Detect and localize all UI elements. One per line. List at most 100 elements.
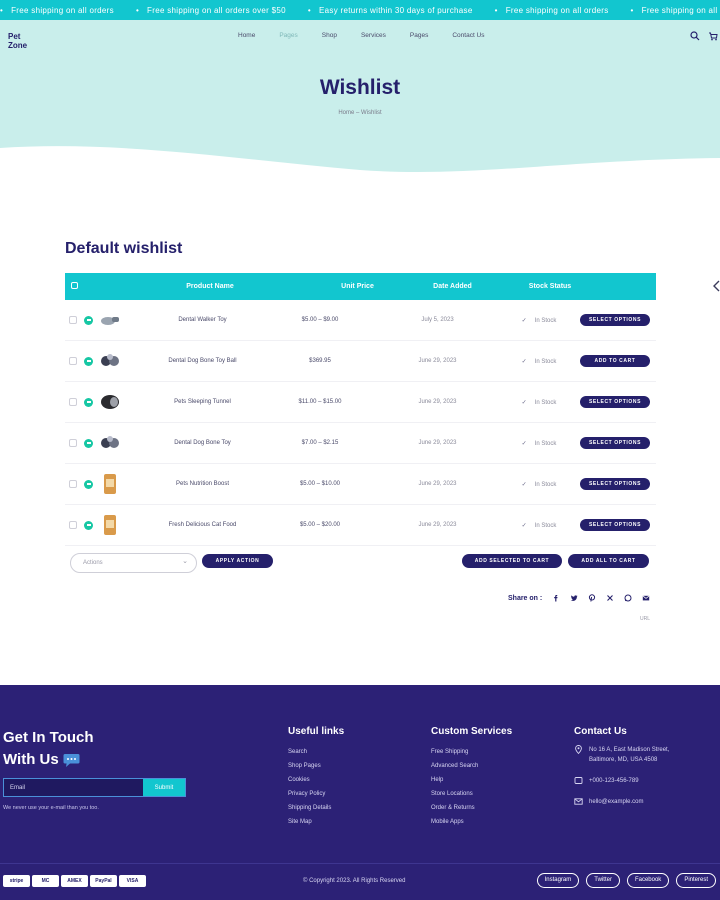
product-thumbnail[interactable] [100, 309, 120, 331]
row-controls [65, 391, 140, 413]
useful-links-list: Search Shop Pages Cookies Privacy Policy Shi… [288, 745, 344, 829]
remove-item-icon[interactable] [84, 397, 93, 407]
pinterest-icon[interactable] [588, 594, 596, 602]
chat-bubble-icon [63, 753, 80, 767]
useful-link[interactable]: Shop Pages [288, 759, 344, 773]
row-action-button[interactable]: Select options [580, 396, 650, 408]
location-pin-icon [575, 745, 582, 754]
payment-badge: PayPal [90, 875, 117, 887]
row-action-cell: Select options [578, 314, 656, 326]
apply-action-button[interactable]: Apply Action [202, 554, 273, 568]
service-link[interactable]: Free Shipping [431, 745, 512, 759]
breadcrumb[interactable]: Home – Wishlist [0, 110, 720, 116]
envelope-icon [574, 798, 583, 805]
cart-icon[interactable] [708, 31, 718, 41]
newsletter-email-input[interactable]: Email [4, 779, 143, 796]
row-checkbox[interactable] [69, 439, 77, 447]
unit-price: $5.00 – $20.00 [299, 522, 341, 528]
social-link-facebook[interactable]: Facebook [626, 873, 670, 888]
nav-item-home[interactable]: Home [238, 32, 255, 39]
remove-item-icon[interactable] [84, 356, 93, 366]
newsletter-note: We never use your e-mail than you too. [3, 805, 99, 811]
useful-link[interactable]: Site Map [288, 815, 344, 829]
remove-item-icon[interactable] [84, 438, 93, 448]
useful-link[interactable]: Search [288, 745, 344, 759]
contact-email[interactable]: hello@example.com [574, 797, 669, 807]
stock-status: In Stock [500, 399, 578, 406]
stock-status: In Stock [500, 522, 578, 529]
email-icon[interactable] [642, 594, 650, 602]
email-address: hello@example.com [589, 799, 644, 805]
social-link-twitter[interactable]: Twitter [586, 873, 620, 888]
bulk-action-select[interactable]: Actions [70, 553, 197, 573]
row-controls [65, 473, 140, 495]
select-all-checkbox[interactable] [71, 282, 78, 289]
row-checkbox[interactable] [69, 398, 77, 406]
share-url-label[interactable]: URL [640, 616, 650, 622]
newsletter-submit-button[interactable]: Submit [143, 779, 185, 796]
payment-badge: MC [32, 875, 59, 887]
product-thumbnail[interactable] [100, 350, 120, 372]
chevron-left-icon[interactable] [712, 280, 720, 292]
product-name-link[interactable]: Pets Sleeping Tunnel [140, 396, 265, 408]
useful-link[interactable]: Privacy Policy [288, 787, 344, 801]
remove-item-icon[interactable] [84, 315, 93, 325]
facebook-icon[interactable] [552, 594, 560, 602]
useful-link[interactable]: Shipping Details [288, 801, 344, 815]
nav-item-pages[interactable]: Pages [410, 32, 428, 39]
product-name-link[interactable]: Dental Dog Bone Toy [140, 437, 265, 449]
nav-item-services[interactable]: Services [361, 32, 386, 39]
search-icon[interactable] [690, 31, 700, 41]
row-checkbox[interactable] [69, 480, 77, 488]
row-action-button[interactable]: Select options [580, 314, 650, 326]
row-checkbox[interactable] [69, 316, 77, 324]
row-action-button[interactable]: Select options [580, 478, 650, 490]
row-checkbox[interactable] [69, 357, 77, 365]
product-name-link[interactable]: Fresh Delicious Cat Food [140, 519, 265, 531]
stock-status: In Stock [500, 358, 578, 365]
nav-item-shop[interactable]: Shop [322, 32, 337, 39]
social-link-pinterest[interactable]: Pinterest [676, 873, 716, 888]
row-checkbox[interactable] [69, 521, 77, 529]
useful-links-title: Useful links [288, 726, 345, 737]
site-logo[interactable]: Pet Zone [8, 32, 27, 50]
add-all-to-cart-button[interactable]: Add all to cart [568, 554, 649, 568]
payment-badge: VISA [119, 875, 146, 887]
product-thumbnail[interactable] [100, 514, 120, 536]
product-name-link[interactable]: Dental Walker Toy [140, 314, 265, 326]
announcement-item: Free shipping on all orders [631, 6, 720, 15]
nav-item-pages[interactable]: Pages [279, 32, 297, 39]
product-thumbnail[interactable] [100, 432, 120, 454]
date-added: June 29, 2023 [418, 358, 457, 364]
remove-item-icon[interactable] [84, 479, 93, 489]
row-action-button[interactable]: Select options [580, 519, 650, 531]
twitter-icon[interactable] [570, 594, 578, 602]
announcement-item: Free shipping on all orders [0, 6, 114, 15]
useful-link[interactable]: Cookies [288, 773, 344, 787]
column-product-name: Product Name [186, 283, 234, 290]
table-body: Dental Walker Toy $5.00 – $9.00 July 5, 20… [65, 300, 656, 546]
nav-item-contact-us[interactable]: Contact Us [452, 32, 484, 39]
row-action-cell: Select options [578, 437, 656, 449]
product-thumbnail[interactable] [100, 473, 120, 495]
contact-phone[interactable]: +000-123-456-789 [574, 776, 669, 786]
logo-line-2: Zone [8, 41, 28, 50]
row-controls [65, 432, 140, 454]
service-link[interactable]: Store Locations [431, 787, 512, 801]
product-name-link[interactable]: Dental Dog Bone Toy Ball [140, 355, 265, 367]
product-name-link[interactable]: Pets Nutrition Boost [140, 478, 265, 490]
add-selected-to-cart-button[interactable]: Add selected to cart [462, 554, 562, 568]
product-thumbnail[interactable] [100, 391, 120, 413]
whatsapp-icon[interactable] [624, 594, 632, 602]
row-action-button[interactable]: Select options [580, 437, 650, 449]
service-link[interactable]: Order & Returns [431, 801, 512, 815]
x-icon[interactable] [606, 594, 614, 602]
service-link[interactable]: Mobile Apps [431, 815, 512, 829]
remove-item-icon[interactable] [84, 520, 93, 530]
row-controls [65, 309, 140, 331]
date-added: June 29, 2023 [418, 399, 457, 405]
service-link[interactable]: Advanced Search [431, 759, 512, 773]
row-action-button[interactable]: Add to cart [580, 355, 650, 367]
social-link-instagram[interactable]: Instagram [536, 873, 580, 888]
service-link[interactable]: Help [431, 773, 512, 787]
